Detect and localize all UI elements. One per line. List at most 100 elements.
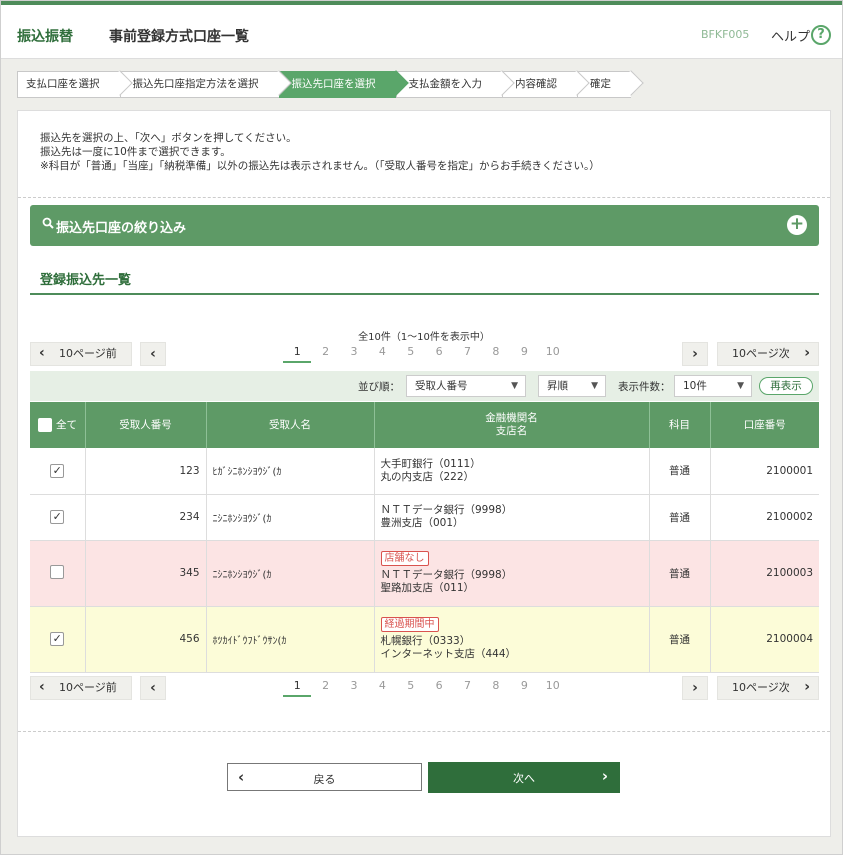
row-select-cell: ✓ [30,606,86,673]
instruction-line: ※科目が「普通」「当座」「納税準備」以外の振込先は表示されません。（「受取人番号… [40,160,600,172]
page-numbers: 1 2 3 4 5 6 7 8 9 10 [283,679,567,697]
page-number[interactable]: 9 [510,345,538,363]
select-all-checkbox[interactable] [38,418,52,432]
instruction-line: 振込先を選択の上、「次へ」ボタンを押してください。 [40,132,297,144]
display-count-value: 10件 [683,380,707,392]
redisplay-button[interactable]: 再表示 [759,377,813,395]
recipient-name-cell: ﾆｼﾆﾎﾝｼﾖｳｼﾞ(ｶ [206,540,375,607]
page-number[interactable]: 8 [482,679,510,697]
row-checkbox[interactable] [50,564,65,579]
row-select-cell [30,540,86,607]
chevron-left-icon: ‹ [150,346,156,362]
prev-10-pages-button[interactable]: ‹ 10ページ前 [30,676,132,700]
step-select-recipient: 振込先口座を選択 [278,71,396,98]
next-10-label: 10ページ次 [732,347,790,360]
back-button[interactable]: ‹ 戻る [227,763,422,791]
step-enter-amount: 支払金額を入力 [395,71,502,98]
filter-label: 振込先口座の絞り込み [56,221,187,236]
screen-code: BFKF005 [701,28,750,41]
display-count-select[interactable]: 10件 ▼ [674,375,752,397]
recipient-name-cell: ﾆｼﾆﾎﾝｼﾖｳｼﾞ(ｶ [206,494,375,541]
prev-10-label: 10ページ前 [59,681,117,694]
expand-plus-icon[interactable]: + [787,215,807,235]
row-checkbox[interactable]: ✓ [50,632,65,646]
bank-cell: ＮＴＴデータ銀行（9998） 豊洲支店（001） [374,494,650,541]
page-number[interactable]: 4 [368,679,396,697]
table-header-row: 全て 受取人番号 受取人名 金融機関名 支店名 科目 口座番号 [30,402,819,448]
next-page-button[interactable]: › [682,342,708,366]
page-number[interactable]: 1 [283,679,312,697]
prev-10-label: 10ページ前 [59,347,117,360]
subject-cell: 普通 [649,540,711,607]
row-checkbox[interactable]: ✓ [50,463,65,478]
next-page-button[interactable]: › [682,676,708,700]
page-number[interactable]: 3 [340,679,368,697]
next-button[interactable]: 次へ › [428,762,620,793]
page-number[interactable]: 9 [510,679,538,697]
prev-10-pages-button[interactable]: ‹ 10ページ前 [30,342,132,366]
branch-name: インターネット支店（444） [380,648,517,660]
select-all-header[interactable]: 全て [30,402,86,448]
page-number[interactable]: 3 [340,345,368,363]
sort-direction-select[interactable]: 昇順 ▼ [538,375,606,397]
page-number[interactable]: 5 [397,679,425,697]
page-number[interactable]: 5 [397,345,425,363]
page-number[interactable]: 6 [425,679,453,697]
page-number[interactable]: 6 [425,345,453,363]
page-number[interactable]: 7 [453,345,481,363]
prev-page-button[interactable]: ‹ [140,342,166,366]
table-row: ✓ 234 ﾆｼﾆﾎﾝｼﾖｳｼﾞ(ｶ ＮＴＴデータ銀行（9998） 豊洲支店（0… [30,494,819,541]
row-checkbox[interactable]: ✓ [50,510,65,524]
sort-bar: 並び順： 受取人番号 ▼ 昇順 ▼ 表示件数： 10件 ▼ 再表示 [30,371,819,401]
table-row: ✓ 456 ﾎﾂｶｲﾄﾞｳﾌﾄﾞｳｻﾝ(ｶ 経過期間中 札幌銀行（0333） イ… [30,606,819,673]
page-numbers: 1 2 3 4 5 6 7 8 9 10 [283,345,567,363]
chevron-right-icon: › [804,345,810,361]
page-number[interactable]: 1 [283,345,312,363]
chevron-right-icon: › [804,679,810,695]
next-10-pages-button[interactable]: 10ページ次 › [717,676,819,700]
page-number[interactable]: 10 [539,679,567,697]
step-indicator: 支払口座を選択 振込先口座指定方法を選択 振込先口座を選択 支払金額を入力 内容… [17,71,631,98]
chevron-left-icon: ‹ [39,679,45,695]
recipient-table: 全て 受取人番号 受取人名 金融機関名 支店名 科目 口座番号 ✓ 123 ﾋｶ… [30,402,819,673]
status-badge: 経過期間中 [380,617,439,632]
bank-name: 札幌銀行（0333） [380,635,471,647]
page-title: 事前登録方式口座一覧 [109,29,249,45]
chevron-left-icon: ‹ [150,680,156,696]
next-10-label: 10ページ次 [732,681,790,694]
page-frame: 振込振替 事前登録方式口座一覧 BFKF005 ヘルプ ? 支払口座を選択 振込… [0,0,843,855]
pagination-bottom: ‹ 10ページ前 ‹ 1 2 3 4 5 6 7 8 9 10 › 10ページ次… [30,676,819,700]
page-number[interactable]: 7 [453,679,481,697]
page-header: 振込振替 事前登録方式口座一覧 BFKF005 ヘルプ ? [1,5,842,59]
prev-page-button[interactable]: ‹ [140,676,166,700]
subject-cell: 普通 [649,606,711,673]
account-no-header: 口座番号 [710,402,819,448]
bank-cell: 店舗なし ＮＴＴデータ銀行（9998） 聖路加支店（011） [374,540,650,607]
status-badge: 店舗なし [380,551,429,566]
account-no-cell: 2100001 [710,448,819,495]
next-10-pages-button[interactable]: 10ページ次 › [717,342,819,366]
help-icon[interactable]: ? [811,25,831,45]
branch-header-label: 支店名 [495,425,528,437]
page-number[interactable]: 8 [482,345,510,363]
page-number[interactable]: 10 [539,345,567,363]
filter-accordion[interactable]: 振込先口座の絞り込み + [30,205,819,246]
row-select-cell: ✓ [30,494,86,541]
recipient-no-cell: 345 [85,540,207,607]
main-panel: 振込先を選択の上、「次へ」ボタンを押してください。 振込先は一度に10件まで選択… [17,110,831,837]
section-title: 登録振込先一覧 [40,273,132,288]
sort-order-value: 受取人番号 [415,380,468,392]
chevron-right-icon: › [692,346,698,362]
dropdown-caret-icon: ▼ [591,381,598,391]
row-select-cell: ✓ [30,448,86,495]
help-link[interactable]: ヘルプ [771,26,810,45]
table-row: 345 ﾆｼﾆﾎﾝｼﾖｳｼﾞ(ｶ 店舗なし ＮＴＴデータ銀行（9998） 聖路加… [30,540,819,607]
sort-direction-value: 昇順 [547,380,568,392]
step-select-method: 振込先口座指定方法を選択 [119,71,279,98]
page-number[interactable]: 4 [368,345,396,363]
sort-order-select[interactable]: 受取人番号 ▼ [406,375,526,397]
page-number[interactable]: 2 [311,345,339,363]
bank-name: 大手町銀行（0111） [380,457,481,470]
page-number[interactable]: 2 [311,679,339,697]
recipient-no-cell: 234 [85,494,207,541]
